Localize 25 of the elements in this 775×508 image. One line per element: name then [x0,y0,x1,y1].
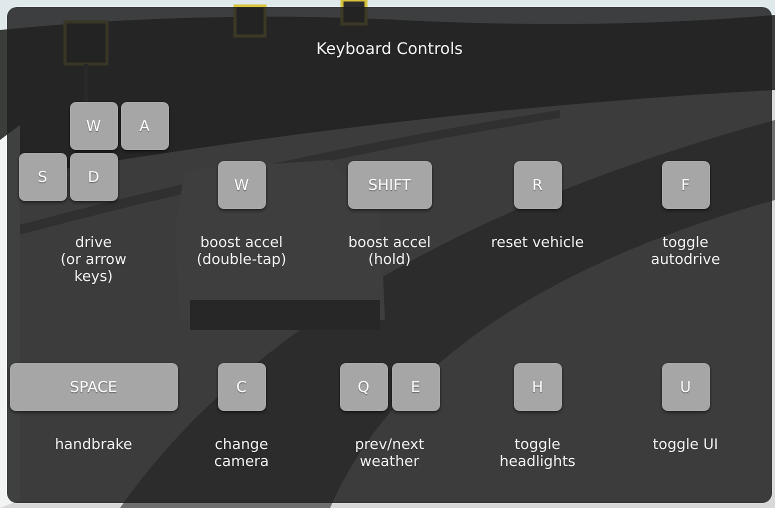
control-description: toggle UI [652,437,718,454]
keyboard-key: D [70,153,118,201]
control-description: prev/next weather [354,437,424,471]
control-description: drive (or arrow keys) [60,235,127,286]
keyboard-key: W [70,102,118,150]
keyboard-key: W [218,161,266,209]
keyboard-key: F [662,161,710,209]
keyboard-key: Q [340,363,388,411]
control-description: toggle headlights [500,437,576,471]
control-description: toggle autodrive [650,235,720,269]
control-description: reset vehicle [491,235,584,252]
control-description: handbrake [54,437,132,454]
keyboard-key: E [392,363,440,411]
keyboard-key: SHIFT [348,161,432,209]
control-description: boost accel (hold) [348,235,431,269]
keyboard-key: A [120,102,168,150]
keyboard-key: C [218,363,266,411]
control-description: change camera [214,437,269,471]
keyboard-key: SPACE [10,363,178,411]
panel-title: Keyboard Controls [316,39,463,58]
keyboard-key: S [18,153,66,201]
keyboard-key: U [662,363,710,411]
keyboard-key: H [514,363,562,411]
keyboard-key: R [514,161,562,209]
control-description: boost accel (double-tap) [196,235,286,269]
